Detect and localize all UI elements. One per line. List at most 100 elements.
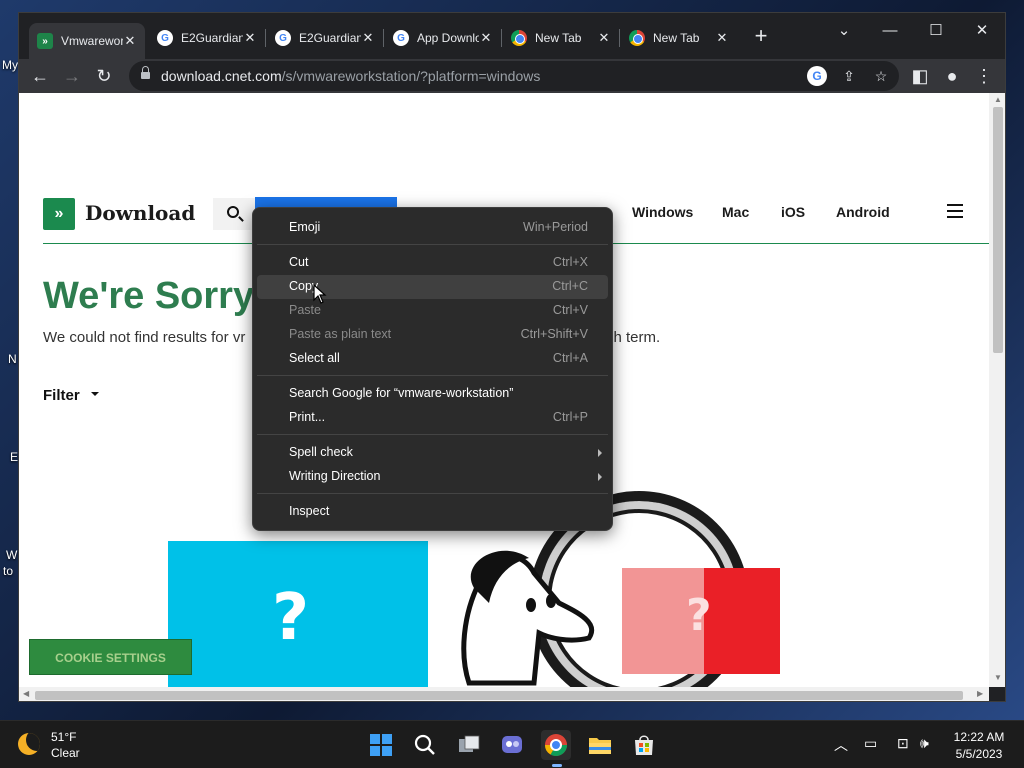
tray-chevron-up-icon[interactable]: ︿ (834, 735, 848, 755)
close-tab-icon[interactable]: ✕ (123, 33, 137, 49)
menu-item-paste-plain-text[interactable]: Paste as plain text Ctrl+Shift+V (257, 323, 608, 347)
desktop-icon-label[interactable]: E (10, 450, 18, 464)
menu-separator (257, 375, 608, 376)
scroll-right-arrow-icon[interactable]: ▶ (977, 689, 983, 698)
maximize-icon[interactable]: ☐ (913, 17, 959, 45)
menu-item-copy[interactable]: Copy Ctrl+C (257, 275, 608, 299)
tab-new-tab-1[interactable]: New Tab ✕ (503, 23, 619, 53)
desktop-icon-label[interactable]: W (6, 548, 17, 562)
filter-dropdown[interactable]: Filter (43, 387, 80, 404)
close-tab-icon[interactable]: ✕ (597, 30, 611, 46)
menu-item-label: Paste as plain text (289, 327, 392, 341)
desktop-icon-label[interactable]: My (2, 58, 18, 72)
tab-search-chevron-icon[interactable]: ⌄ (821, 17, 867, 45)
menu-item-emoji[interactable]: Emoji Win+Period (257, 216, 608, 240)
task-view-icon[interactable] (454, 730, 484, 760)
search-icon[interactable] (410, 730, 440, 760)
browser-toolbar: ← → ↻ download.cnet.com/s/vmwareworkstat… (19, 59, 1005, 93)
menu-item-shortcut: Ctrl+V (552, 303, 588, 317)
more-menu-icon[interactable]: ⋮ (971, 63, 997, 89)
tab-separator (619, 29, 620, 47)
tab-new-tab-2[interactable]: New Tab ✕ (621, 23, 737, 53)
nav-android[interactable]: Android (836, 204, 890, 220)
nav-mac[interactable]: Mac (722, 204, 749, 220)
chrome-taskbar-button[interactable] (541, 730, 571, 760)
bookmark-star-icon[interactable]: ☆ (871, 66, 891, 86)
microsoft-store-icon[interactable] (629, 730, 659, 760)
menu-item-spell-check[interactable]: Spell check (257, 441, 608, 465)
vertical-scroll-thumb[interactable] (993, 107, 1003, 353)
new-tab-plus-icon[interactable]: + (749, 25, 773, 49)
system-clock[interactable]: 12:22 AM 5/5/2023 (944, 730, 1014, 761)
google-favicon: G (275, 30, 291, 46)
site-logo-text[interactable]: Download (85, 201, 195, 225)
question-mark: ? (272, 581, 310, 655)
download-logo-icon[interactable]: » (43, 198, 75, 230)
hamburger-menu-icon[interactable] (947, 204, 963, 218)
desktop-icon-label[interactable]: N (8, 352, 17, 366)
side-panel-icon[interactable]: ◧ (907, 63, 933, 89)
tab-title: New Tab (535, 31, 582, 45)
address-bar[interactable]: download.cnet.com/s/vmwareworkstation/?p… (129, 61, 899, 91)
menu-item-shortcut: Ctrl+Shift+V (520, 327, 588, 341)
forward-arrow-icon[interactable]: → (59, 63, 85, 89)
scroll-down-arrow-icon[interactable]: ▼ (989, 673, 1005, 682)
question-mark: ? (686, 590, 712, 641)
weather-condition[interactable]: Clear (51, 746, 80, 760)
network-icon[interactable]: ⊡ (897, 735, 909, 752)
file-explorer-icon[interactable] (585, 730, 615, 760)
close-tab-icon[interactable]: ✕ (243, 30, 257, 46)
chrome-favicon (629, 30, 645, 46)
windows-taskbar: 51°F Clear ︿ ▭ ⊡ 🕪 12:22 AM 5/5/2023 (0, 720, 1024, 768)
tab-e2guardian-2[interactable]: G E2Guardian ✕ (267, 23, 383, 53)
cookie-settings-button[interactable]: COOKIE SETTINGS (29, 639, 192, 675)
tab-e2guardian-1[interactable]: G E2Guardian ✕ (149, 23, 265, 53)
menu-item-select-all[interactable]: Select all Ctrl+A (257, 347, 608, 371)
close-tab-icon[interactable]: ✕ (715, 30, 729, 46)
lock-icon[interactable] (141, 66, 150, 81)
context-menu: Emoji Win+Period Cut Ctrl+X Copy Ctrl+C … (252, 207, 613, 531)
menu-item-inspect[interactable]: Inspect (257, 500, 608, 524)
close-tab-icon[interactable]: ✕ (361, 30, 375, 46)
volume-icon[interactable]: 🕪 (920, 735, 929, 752)
menu-item-label: Select all (289, 351, 340, 365)
profile-icon[interactable]: ● (939, 63, 965, 89)
tab-separator (501, 29, 502, 47)
submenu-arrow-icon (598, 449, 602, 457)
menu-item-label: Print... (289, 410, 326, 424)
horizontal-scrollbar[interactable]: ◀ ▶ (19, 687, 989, 701)
menu-item-print[interactable]: Print... Ctrl+P (257, 406, 608, 430)
horizontal-scroll-thumb[interactable] (35, 691, 963, 700)
menu-item-paste[interactable]: Paste Ctrl+V (257, 299, 608, 323)
weather-temperature[interactable]: 51°F (51, 730, 76, 744)
scroll-up-arrow-icon[interactable]: ▲ (989, 95, 1005, 104)
close-window-icon[interactable]: ✕ (959, 17, 1005, 45)
nav-windows[interactable]: Windows (632, 204, 693, 220)
menu-item-cut[interactable]: Cut Ctrl+X (257, 251, 608, 275)
menu-item-search-google[interactable]: Search Google for “vmware-workstation” (257, 382, 608, 406)
tab-title: Vmwareworkstation (61, 34, 123, 48)
menu-separator (257, 244, 608, 245)
tab-title: E2Guardian (299, 31, 361, 45)
share-icon[interactable]: ⇪ (839, 66, 859, 86)
site-search-button[interactable] (213, 198, 255, 230)
scroll-left-arrow-icon[interactable]: ◀ (23, 689, 29, 698)
reload-icon[interactable]: ↻ (91, 63, 117, 89)
tab-app-downloads[interactable]: G App Downloads ✕ (385, 23, 501, 53)
caret-down-icon[interactable] (91, 392, 99, 396)
nav-ios[interactable]: iOS (781, 204, 805, 220)
menu-item-writing-direction[interactable]: Writing Direction (257, 465, 608, 489)
minimize-icon[interactable]: — (867, 17, 913, 45)
keyboard-icon[interactable]: ▭ (864, 735, 877, 752)
close-tab-icon[interactable]: ✕ (479, 30, 493, 46)
desktop-icon-label[interactable]: to (3, 564, 13, 578)
moon-weather-icon[interactable] (18, 733, 40, 755)
windows-start-icon[interactable] (366, 730, 396, 760)
teams-chat-icon[interactable] (497, 730, 527, 760)
google-lens-icon[interactable]: G (807, 66, 827, 86)
back-arrow-icon[interactable]: ← (27, 63, 53, 89)
url-text[interactable]: download.cnet.com/s/vmwareworkstation/?p… (161, 68, 540, 84)
menu-item-shortcut: Win+Period (523, 220, 588, 234)
vertical-scrollbar[interactable]: ▲ ▼ (989, 93, 1005, 687)
tab-vmware[interactable]: » Vmwareworkstation ✕ (29, 23, 145, 59)
